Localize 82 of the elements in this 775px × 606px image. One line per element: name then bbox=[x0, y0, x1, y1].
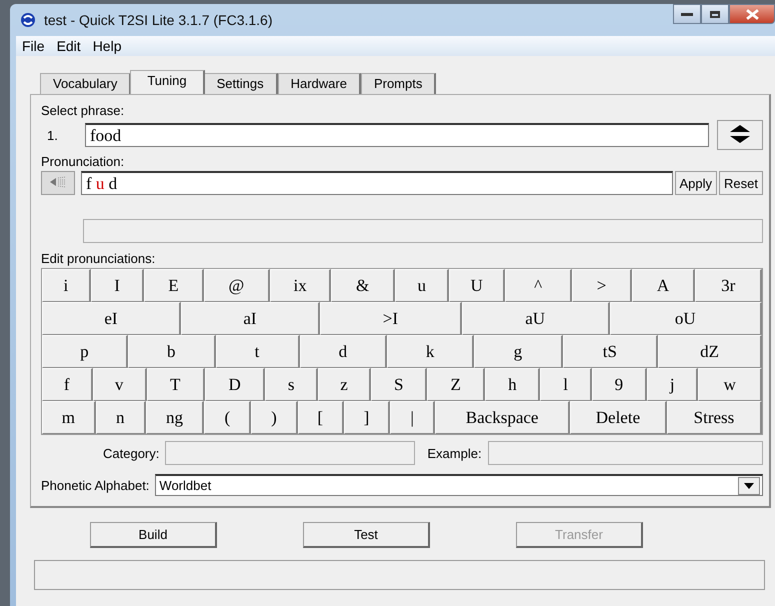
phoneme-key[interactable]: aU bbox=[462, 302, 610, 335]
phoneme-key[interactable]: ^ bbox=[504, 269, 572, 302]
speaker-icon bbox=[49, 176, 67, 188]
tab[interactable]: Prompts bbox=[360, 73, 436, 94]
phoneme-key[interactable]: & bbox=[331, 269, 395, 302]
phoneme-key[interactable]: Stress bbox=[666, 401, 762, 434]
phoneme-key[interactable]: d bbox=[300, 335, 388, 368]
up-down-arrows-icon bbox=[728, 124, 752, 144]
phoneme-key[interactable]: ( bbox=[204, 401, 252, 434]
phoneme-key[interactable]: f bbox=[42, 368, 93, 401]
phoneme-key[interactable]: oU bbox=[610, 302, 762, 335]
app-logo-icon bbox=[20, 12, 36, 28]
field-label: Phonetic Alphabet: bbox=[41, 478, 150, 492]
phoneme-key[interactable]: g bbox=[474, 335, 563, 368]
tab[interactable]: Hardware bbox=[278, 73, 361, 94]
maximize-button[interactable] bbox=[701, 4, 729, 24]
minimize-button[interactable] bbox=[673, 4, 701, 24]
phoneme-key[interactable]: | bbox=[390, 401, 436, 434]
button[interactable]: Apply bbox=[674, 171, 718, 195]
phoneme-key[interactable]: S bbox=[371, 368, 428, 401]
dropdown-arrow-icon bbox=[744, 482, 754, 488]
phoneme-key[interactable]: b bbox=[128, 335, 216, 368]
phoneme-key[interactable]: [ bbox=[298, 401, 344, 434]
phoneme-key[interactable]: v bbox=[92, 368, 147, 401]
speaker-button[interactable] bbox=[41, 171, 75, 195]
menu-item[interactable]: Help bbox=[86, 38, 128, 54]
button[interactable]: Test bbox=[303, 522, 430, 548]
phrase-number: 1. bbox=[46, 128, 59, 142]
field-label: Category: bbox=[103, 446, 160, 460]
phoneme-key[interactable]: T bbox=[146, 368, 205, 401]
menu-item[interactable]: File bbox=[16, 38, 51, 54]
phoneme-key[interactable]: eI bbox=[42, 302, 181, 335]
phoneme-key[interactable]: > bbox=[572, 269, 632, 302]
phoneme-key[interactable]: t bbox=[216, 335, 300, 368]
phoneme-key[interactable]: s bbox=[265, 368, 318, 401]
phoneme-key[interactable]: u bbox=[394, 269, 450, 302]
phoneme-key[interactable]: 3r bbox=[695, 269, 762, 302]
close-button[interactable] bbox=[729, 4, 775, 24]
phoneme-key[interactable]: 9 bbox=[592, 368, 648, 401]
phoneme-key[interactable]: dZ bbox=[658, 335, 762, 368]
field-label: Pronunciation: bbox=[41, 154, 126, 169]
phoneme-key[interactable]: k bbox=[387, 335, 474, 368]
button[interactable]: Reset bbox=[719, 171, 763, 195]
field-label: Select phrase: bbox=[41, 103, 126, 118]
phrase-field[interactable]: food bbox=[85, 123, 709, 147]
phoneme-key[interactable]: E bbox=[144, 269, 204, 302]
phoneme-key[interactable]: aI bbox=[180, 302, 320, 335]
phoneme-key[interactable]: ] bbox=[344, 401, 390, 434]
pronunciation-field[interactable]: f u d bbox=[81, 171, 672, 195]
section-label: Edit pronunciations: bbox=[41, 251, 156, 266]
phoneme-key[interactable]: z bbox=[318, 368, 372, 401]
phoneme-key[interactable]: Backspace bbox=[435, 401, 570, 434]
phoneme-key[interactable]: m bbox=[42, 401, 96, 434]
close-icon bbox=[746, 8, 758, 20]
phoneme-key[interactable]: tS bbox=[562, 335, 658, 368]
tab[interactable]: Vocabulary bbox=[40, 73, 132, 94]
phoneme-key[interactable]: Z bbox=[427, 368, 486, 401]
phoneme-key[interactable]: @ bbox=[204, 269, 270, 302]
phoneme-key[interactable]: I bbox=[90, 269, 144, 302]
field-label: Example: bbox=[427, 446, 483, 460]
spin-button[interactable] bbox=[717, 120, 763, 150]
phoneme-key[interactable]: l bbox=[540, 368, 592, 401]
tab[interactable]: Tuning bbox=[130, 70, 205, 94]
alphabet-dropdown[interactable]: Worldbet bbox=[155, 474, 763, 496]
phoneme-key[interactable]: ) bbox=[251, 401, 298, 434]
phoneme-key[interactable]: w bbox=[698, 368, 762, 401]
phoneme-key[interactable]: n bbox=[96, 401, 146, 434]
phoneme-key[interactable]: Delete bbox=[570, 401, 667, 434]
tab[interactable]: Settings bbox=[204, 73, 278, 94]
phoneme-key[interactable]: i bbox=[42, 269, 91, 302]
phoneme-key[interactable]: >I bbox=[320, 302, 462, 335]
menu-item[interactable]: Edit bbox=[50, 38, 87, 54]
phoneme-key[interactable]: ix bbox=[270, 269, 332, 302]
phoneme-key[interactable]: h bbox=[485, 368, 540, 401]
phoneme-key[interactable]: j bbox=[647, 368, 698, 401]
phoneme-key[interactable]: U bbox=[449, 269, 505, 302]
phoneme-key[interactable]: D bbox=[204, 368, 266, 401]
phoneme-key[interactable]: p bbox=[42, 335, 128, 368]
phoneme-key[interactable]: A bbox=[632, 269, 696, 302]
button[interactable]: Build bbox=[90, 522, 217, 548]
window-title: test - Quick T2SI Lite 3.1.7 (FC3.1.6) bbox=[44, 12, 272, 28]
phoneme-key[interactable]: ng bbox=[146, 401, 204, 434]
